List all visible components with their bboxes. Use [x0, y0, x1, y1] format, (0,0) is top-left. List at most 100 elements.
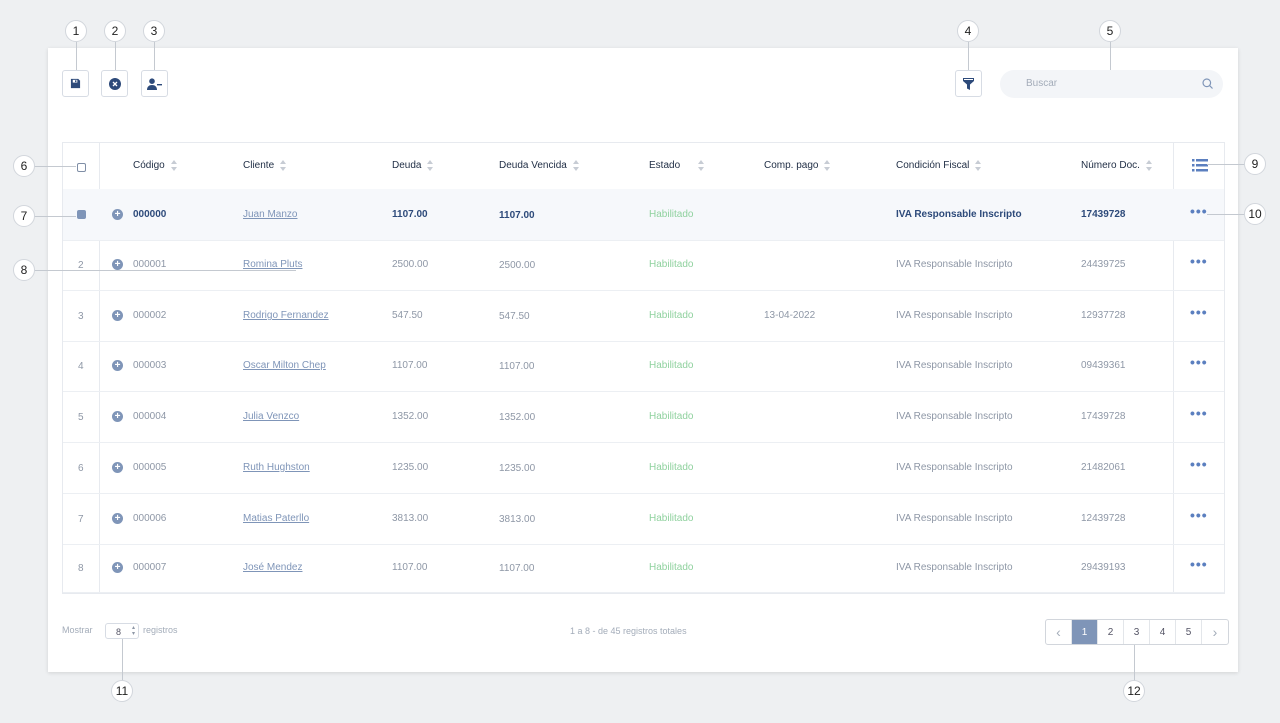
row-actions-icon[interactable]: ••• — [1190, 203, 1208, 219]
expand-row-icon[interactable]: + — [112, 411, 123, 422]
cell-codigo: 000007 — [133, 562, 167, 573]
records-label: registros — [143, 625, 178, 635]
header-deuda-vencida[interactable]: Deuda Vencida — [499, 160, 580, 171]
header-label: Deuda — [392, 160, 422, 172]
header-condicion-fiscal[interactable]: Condición Fiscal — [896, 160, 982, 171]
table-row[interactable]: 5 +000004 Julia Venzco 1352.00 1352.00 Habili… — [63, 391, 1224, 443]
expand-row-icon[interactable]: + — [112, 562, 123, 573]
cell-condicion-fiscal: IVA Responsable Inscripto — [896, 360, 1013, 371]
table-row[interactable]: 3 +000002 Rodrigo Fernandez 547.50 547.50 Hab… — [63, 290, 1224, 342]
show-label: Mostrar — [62, 625, 93, 635]
cell-deuda-vencida: 1235.00 — [499, 463, 536, 474]
header-label: Condición Fiscal — [896, 160, 970, 172]
search-placeholder: Buscar — [1026, 78, 1058, 89]
next-page-button[interactable]: › — [1202, 620, 1228, 644]
header-comp-pago[interactable]: Comp. pago — [764, 160, 831, 171]
page-button[interactable]: 1 — [1072, 620, 1098, 644]
expand-row-icon[interactable]: + — [112, 513, 123, 524]
expand-row-icon[interactable]: + — [112, 360, 123, 371]
client-link[interactable]: Julia Venzco — [243, 411, 299, 422]
callout-line — [154, 42, 155, 70]
client-link[interactable]: Juan Manzo — [243, 209, 297, 220]
expand-row-icon[interactable]: + — [112, 462, 123, 473]
header-cliente[interactable]: Cliente — [243, 160, 287, 171]
callout-line — [1134, 645, 1135, 681]
remove-user-button[interactable] — [141, 70, 168, 97]
row-number: 8 — [78, 563, 84, 574]
client-link[interactable]: Matias Paterllo — [243, 513, 309, 524]
cell-numero-doc: 09439361 — [1081, 360, 1126, 371]
table-row[interactable]: 2 +000001 Romina Pluts 2500.00 2500.00 Habili… — [63, 240, 1224, 291]
row-actions-icon[interactable]: ••• — [1190, 507, 1208, 523]
callout-line — [76, 42, 77, 70]
save-button[interactable] — [62, 70, 89, 97]
page-button[interactable]: 2 — [1098, 620, 1124, 644]
cell-condicion-fiscal: IVA Responsable Inscripto — [896, 411, 1013, 422]
callout-badge: 3 — [143, 20, 165, 42]
page-button[interactable]: 5 — [1176, 620, 1202, 644]
stepper-arrows-icon[interactable]: ▴ ▾ — [132, 625, 135, 637]
table-row[interactable]: 7 +000006 Matias Paterllo 3813.00 3813.00 Hab… — [63, 493, 1224, 545]
row-actions-icon[interactable]: ••• — [1190, 456, 1208, 472]
header-label: Código — [133, 160, 165, 172]
table-row[interactable]: 8 +000007 José Mendez 1107.00 1107.00 Habilit… — [63, 544, 1224, 593]
cell-numero-doc: 12937728 — [1081, 310, 1126, 321]
client-link[interactable]: Ruth Hughston — [243, 462, 310, 473]
cell-numero-doc: 12439728 — [1081, 513, 1126, 524]
callout-badge: 10 — [1244, 203, 1266, 225]
row-actions-icon[interactable]: ••• — [1190, 556, 1208, 572]
cell-deuda: 1352.00 — [392, 411, 429, 422]
table-row[interactable]: 6 +000005 Ruth Hughston 1235.00 1235.00 Habil… — [63, 442, 1224, 494]
expand-row-icon[interactable]: + — [112, 259, 123, 270]
header-codigo[interactable]: Código — [133, 160, 178, 171]
callout-badge: 9 — [1244, 153, 1266, 175]
cell-condicion-fiscal: IVA Responsable Inscripto — [896, 562, 1013, 573]
header-label: Cliente — [243, 160, 275, 172]
table-row[interactable]: 4 +000003 Oscar Milton Chep 1107.00 1107.00 H… — [63, 341, 1224, 392]
client-link[interactable]: Oscar Milton Chep — [243, 360, 326, 371]
sort-icon — [975, 160, 982, 171]
row-actions-icon[interactable]: ••• — [1190, 405, 1208, 421]
cell-deuda-vencida: 1107.00 — [499, 361, 535, 372]
callout-line — [34, 270, 296, 271]
status-badge: Habilitado — [649, 411, 694, 422]
page-number: 3 — [1133, 626, 1140, 638]
expand-row-icon[interactable]: + — [112, 310, 123, 321]
cell-codigo: 000005 — [133, 462, 167, 473]
cell-deuda: 1235.00 — [392, 462, 429, 473]
expand-row-icon[interactable]: + — [112, 209, 123, 220]
page-button[interactable]: 3 — [1124, 620, 1150, 644]
callout-badge: 7 — [13, 205, 35, 227]
cell-deuda-vencida: 1352.00 — [499, 412, 536, 423]
row-actions-icon[interactable]: ••• — [1190, 304, 1208, 320]
page-number: 1 — [1081, 626, 1088, 638]
client-link[interactable]: José Mendez — [243, 562, 302, 573]
cell-condicion-fiscal: IVA Responsable Inscripto — [896, 310, 1013, 321]
column-settings-icon[interactable] — [1192, 159, 1208, 172]
row-actions-icon[interactable]: ••• — [1190, 253, 1208, 269]
prev-page-button[interactable]: ‹ — [1046, 620, 1072, 644]
filter-button[interactable] — [955, 70, 982, 97]
cell-codigo: 000001 — [133, 259, 167, 270]
cell-numero-doc: 17439728 — [1081, 411, 1126, 422]
callout-line — [968, 42, 969, 70]
callout-line — [1207, 164, 1245, 165]
cancel-button[interactable] — [101, 70, 128, 97]
header-numero-doc[interactable]: Número Doc. — [1081, 160, 1153, 171]
callout-badge: 1 — [65, 20, 87, 42]
row-number: 7 — [78, 514, 84, 525]
cell-codigo: 000006 — [133, 513, 167, 524]
page-button[interactable]: 4 — [1150, 620, 1176, 644]
search-input[interactable]: Buscar — [1000, 70, 1223, 98]
row-actions-icon[interactable]: ••• — [1190, 354, 1208, 370]
client-link[interactable]: Rodrigo Fernandez — [243, 310, 329, 321]
page-number: 4 — [1159, 626, 1166, 638]
page-size-stepper[interactable]: 8 ▴ ▾ — [105, 623, 139, 639]
header-estado[interactable]: Estado — [649, 160, 705, 171]
header-deuda[interactable]: Deuda — [392, 160, 434, 171]
select-all-checkbox[interactable] — [77, 163, 86, 172]
search-icon[interactable] — [1202, 78, 1213, 89]
row-checkbox[interactable] — [77, 210, 86, 219]
client-link[interactable]: Romina Pluts — [243, 259, 302, 270]
table-row[interactable]: +000000 Juan Manzo 1107.00 1107.00 Habilitad… — [63, 189, 1224, 241]
